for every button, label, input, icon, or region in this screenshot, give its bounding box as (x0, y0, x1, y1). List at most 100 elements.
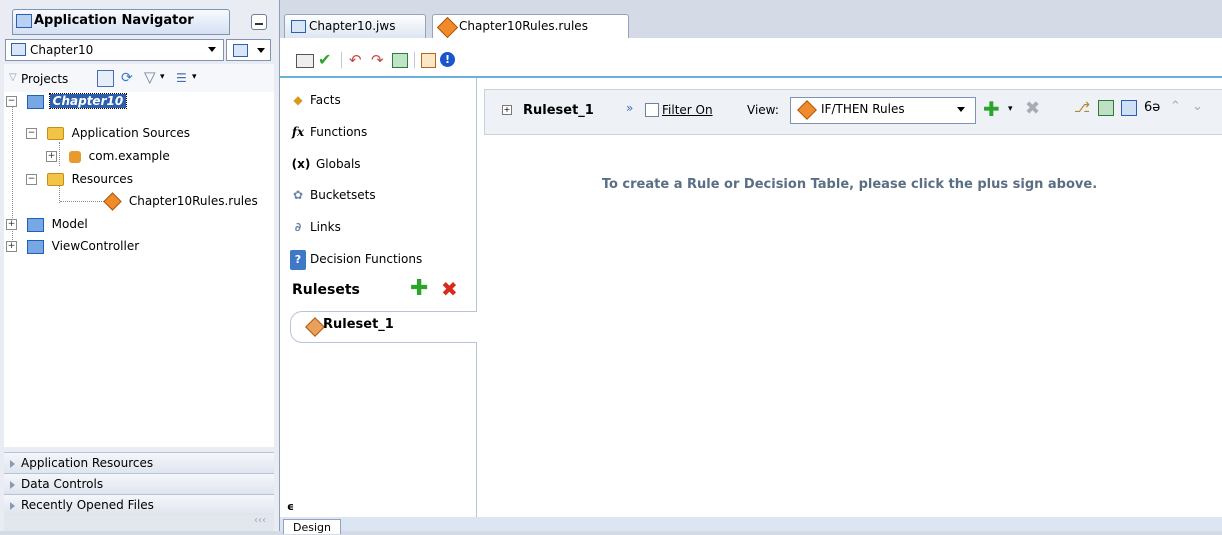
expand-triangle-icon (10, 480, 15, 489)
scroll-left-icon[interactable]: ‹‹‹ (254, 515, 266, 526)
toolbar-separator (414, 52, 415, 68)
accordion-recently-opened-files[interactable]: Recently Opened Files (4, 494, 274, 515)
collapse-all-rules-icon[interactable] (1121, 100, 1137, 116)
tree-item-viewcontroller[interactable]: + ViewController (6, 237, 139, 255)
tree-item-com-example[interactable]: + com.example (46, 147, 170, 165)
navigator-title: Application Navigator (34, 13, 194, 28)
minimize-icon[interactable] (251, 14, 267, 30)
chevron-down-icon[interactable] (957, 107, 965, 112)
undo-icon[interactable]: ↶ (349, 51, 362, 69)
tree-item-application-sources[interactable]: − Application Sources (26, 124, 190, 142)
info-icon[interactable]: ! (440, 52, 455, 67)
view-selector-value: IF/THEN Rules (821, 102, 905, 116)
find-icon[interactable]: 6ә (1144, 100, 1160, 115)
projects-label: Projects (21, 72, 69, 86)
validate-icon[interactable]: ✔ (318, 50, 331, 69)
navigator-icon (16, 14, 32, 28)
view-selector[interactable]: IF/THEN Rules (790, 97, 976, 124)
tree-item-label: Chapter10Rules.rules (128, 194, 258, 208)
tree-item-label: Chapter10 (48, 93, 128, 109)
project-selector-value: Chapter10 (30, 43, 94, 57)
hierarchy-icon[interactable]: ⎇ (1074, 100, 1090, 116)
add-rule-icon[interactable]: ✚ (983, 97, 1000, 121)
dictionary-icon[interactable] (296, 54, 314, 68)
filter-checkbox[interactable] (645, 103, 659, 117)
ruleset-name: Ruleset_1 (523, 103, 594, 118)
workspace-icon (291, 20, 306, 33)
side-item-label: Functions (310, 125, 368, 139)
tab-chapter10rules[interactable]: Chapter10Rules.rules (432, 14, 629, 40)
accordion-label: Application Resources (21, 456, 154, 470)
import-icon[interactable] (392, 53, 408, 68)
folder-icon (46, 173, 64, 186)
collapse-icon[interactable]: − (26, 174, 37, 185)
filter-icon[interactable]: ▽ (144, 68, 156, 86)
tab-design[interactable]: Design (283, 519, 341, 534)
tab-label: Chapter10Rules.rules (459, 19, 588, 33)
tree-item-label: Application Sources (71, 126, 190, 140)
expand-icon[interactable]: + (502, 105, 512, 115)
move-down-icon[interactable]: ⌄ (1192, 99, 1203, 114)
facts-icon: ◆ (293, 93, 303, 107)
filter-dropdown-icon[interactable]: ▾ (160, 72, 165, 82)
side-item-decision-functions[interactable]: ? Decision Functions (290, 249, 423, 270)
tab-label: Design (293, 521, 331, 534)
collapse-all-icon[interactable]: » (626, 101, 633, 115)
expand-triangle-icon (10, 459, 15, 468)
accordion-label: Data Controls (21, 477, 104, 491)
expand-icon[interactable]: + (6, 219, 17, 230)
expand-icon[interactable]: + (6, 241, 17, 252)
collapse-triangle-icon[interactable]: ▽ (9, 72, 17, 83)
sort-dropdown-icon[interactable]: ▾ (192, 72, 197, 82)
bucketsets-icon: ✿ (292, 188, 304, 202)
expand-triangle-icon (10, 501, 15, 510)
search-icon[interactable] (97, 70, 114, 87)
collapse-icon[interactable]: − (6, 96, 17, 107)
rules-side-panel (280, 78, 477, 531)
package-icon (68, 150, 81, 163)
ruleset-editor (477, 78, 1222, 531)
collapse-icon[interactable]: − (26, 128, 37, 139)
side-item-bucketsets[interactable]: ✿ Bucketsets (290, 185, 376, 205)
delete-ruleset-icon[interactable]: ✖ (441, 277, 458, 301)
test-icon[interactable] (421, 53, 436, 68)
tab-chapter10-jws[interactable]: Chapter10.jws (284, 14, 426, 39)
add-ruleset-icon[interactable]: ✚ (410, 276, 428, 301)
empty-ruleset-message: To create a Rule or Decision Table, plea… (601, 177, 1098, 192)
chevron-down-icon[interactable] (208, 47, 216, 52)
editor-tab-bar: Chapter10.jws Chapter10Rules.rules (280, 0, 1222, 40)
refresh-icon[interactable]: ⟳ (121, 70, 133, 86)
tree-item-chapter10[interactable]: − Chapter10 (6, 92, 128, 110)
rules-file-icon (103, 192, 122, 211)
functions-icon: fx (291, 125, 305, 139)
tree-item-label: Model (51, 217, 88, 231)
accordion-label: Recently Opened Files (21, 498, 154, 512)
decision-functions-icon: ? (290, 250, 306, 270)
side-item-globals[interactable]: (x) Globals (290, 154, 361, 174)
delete-rule-icon[interactable]: ✖ (1025, 98, 1040, 119)
accordion-data-controls[interactable]: Data Controls (4, 473, 274, 494)
project-icon (26, 239, 44, 254)
add-rule-dropdown-icon[interactable]: ▾ (1008, 104, 1013, 114)
project-options-button[interactable] (226, 39, 271, 61)
sort-icon[interactable]: ☰ (176, 71, 187, 85)
collapse-panel-icon[interactable]: ϵ (287, 500, 294, 513)
side-item-facts[interactable]: ◆ Facts (290, 90, 341, 110)
side-item-links[interactable]: ∂ Links (290, 217, 341, 237)
view-label: View: (747, 103, 779, 117)
tree-item-chapter10rules[interactable]: Chapter10Rules.rules (103, 192, 258, 211)
project-tree (4, 92, 274, 447)
side-item-label: Decision Functions (310, 252, 423, 266)
tree-line (60, 201, 104, 202)
side-item-label: Facts (310, 93, 341, 107)
project-icon (11, 43, 26, 56)
redo-icon[interactable]: ↷ (371, 51, 384, 69)
tree-item-model[interactable]: + Model (6, 215, 88, 233)
accordion-application-resources[interactable]: Application Resources (4, 452, 274, 473)
move-up-icon[interactable]: ⌃ (1170, 99, 1181, 114)
side-item-functions[interactable]: fx Functions (290, 122, 367, 142)
expand-icon[interactable]: + (46, 151, 57, 162)
editor-bottom-bar (280, 517, 1222, 531)
tree-item-resources[interactable]: − Resources (26, 170, 133, 188)
expand-all-icon[interactable] (1098, 100, 1114, 116)
